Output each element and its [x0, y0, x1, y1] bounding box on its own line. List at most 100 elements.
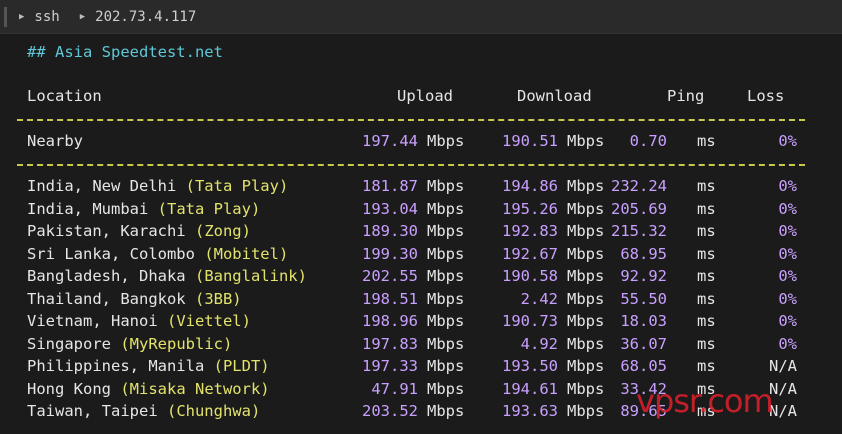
row-place: India, Mumbai [27, 199, 158, 218]
row-place: Vietnam, Hanoi [27, 312, 167, 330]
dashed-separator [17, 164, 805, 166]
header-upload: Upload [397, 87, 453, 105]
table-row: Philippines, Manila (PLDT) 197.33 Mbps 193.… [0, 355, 842, 377]
row-upload: 47.91 [371, 379, 418, 398]
row-location: Taiwan, Taipei (Chunghwa) [27, 400, 260, 422]
row-loss: 0% [778, 267, 797, 285]
row-download: 193.50 [502, 357, 558, 375]
row-location: Hong Kong (Misaka Network) [27, 378, 270, 400]
row-provider: (Banglalink) [194, 267, 307, 285]
header-download: Download [517, 87, 592, 105]
row-upload: 181.87 [362, 177, 418, 195]
ping-unit: ms [697, 132, 716, 150]
row-provider: (MyRepublic) [120, 334, 233, 353]
nearby-upload: 197.44 [362, 132, 418, 150]
speed-unit: Mbps [567, 402, 605, 420]
row-provider: (Mobitel) [204, 244, 289, 263]
speed-unit: Mbps [427, 379, 465, 398]
row-provider: (Tata Play) [157, 199, 261, 218]
row-location: Sri Lanka, Colombo (Mobitel) [27, 243, 288, 265]
row-loss: 0% [778, 177, 797, 195]
row-provider: (PLDT) [213, 357, 270, 375]
ssh-host-label[interactable]: 202.73.4.117 [95, 9, 196, 25]
table-row: India, Mumbai (Tata Play) 193.04 Mbps 195.2… [0, 198, 842, 220]
row-download: 190.58 [502, 267, 558, 285]
row-provider: (Viettel) [166, 312, 251, 330]
row-location: Vietnam, Hanoi (Viettel) [27, 310, 251, 332]
row-place: Bangladesh, Dhaka [27, 267, 195, 285]
row-upload: 189.30 [362, 222, 418, 240]
speed-unit: Mbps [427, 334, 465, 353]
row-place: Hong Kong [27, 379, 121, 398]
row-ping: 232.24 [611, 177, 667, 195]
speed-unit: Mbps [567, 357, 605, 375]
ping-unit: ms [697, 334, 716, 353]
nearby-ping: 0.70 [629, 132, 667, 150]
row-place: Thailand, Bangkok [27, 289, 195, 308]
section-heading: ## Asia Speedtest.net [27, 43, 223, 61]
terminal-tab-bar: ▶ ssh ▶ 202.73.4.117 [0, 0, 842, 34]
row-upload: 199.30 [362, 244, 418, 263]
speed-unit: Mbps [567, 199, 605, 218]
row-place: Taiwan, Taipei [27, 402, 167, 420]
ping-unit: ms [697, 312, 716, 330]
row-ping: 68.05 [620, 357, 667, 375]
speed-unit: Mbps [567, 334, 605, 353]
speed-unit: Mbps [567, 267, 605, 285]
ping-unit: ms [697, 244, 716, 263]
row-location: India, New Delhi (Tata Play) [27, 175, 288, 197]
row-loss: 0% [778, 222, 797, 240]
speed-unit: Mbps [567, 222, 605, 240]
row-upload: 202.55 [362, 267, 418, 285]
table-row: Pakistan, Karachi (Zong) 189.30 Mbps 192.83… [0, 220, 842, 242]
row-upload: 198.51 [362, 289, 418, 308]
row-ping: 68.95 [620, 244, 667, 263]
row-location: Bangladesh, Dhaka (Banglalink) [27, 265, 307, 287]
row-location: Thailand, Bangkok (3BB) [27, 288, 242, 310]
row-loss: 0% [778, 289, 797, 308]
header-location: Location [27, 87, 102, 105]
speed-unit: Mbps [567, 244, 605, 263]
row-ping: 55.50 [620, 289, 667, 308]
row-download: 194.86 [502, 177, 558, 195]
speed-unit: Mbps [567, 177, 605, 195]
ping-unit: ms [697, 177, 716, 195]
row-location: Philippines, Manila (PLDT) [27, 355, 270, 377]
speed-unit: Mbps [427, 267, 465, 285]
ssh-command-label[interactable]: ssh [34, 9, 59, 25]
tab-edge-divider [4, 6, 7, 27]
speed-unit: Mbps [427, 222, 465, 240]
dashed-separator [17, 119, 805, 121]
speed-unit: Mbps [427, 177, 465, 195]
speed-unit: Mbps [427, 312, 465, 330]
watermark-text: vpsr.com [636, 382, 774, 420]
table-row: Sri Lanka, Colombo (Mobitel) 199.30 Mbps 19… [0, 243, 842, 265]
terminal-output[interactable]: ## Asia Speedtest.net Location Upload Do… [0, 33, 842, 434]
nearby-loss: 0% [778, 132, 797, 150]
table-row: India, New Delhi (Tata Play) 181.87 Mbps 19… [0, 175, 842, 197]
speed-unit: Mbps [427, 402, 465, 420]
row-download: 190.73 [502, 312, 558, 330]
row-location: India, Mumbai (Tata Play) [27, 198, 260, 220]
row-download: 195.26 [502, 199, 558, 218]
row-location: Singapore (MyRepublic) [27, 333, 232, 355]
table-row: Singapore (MyRepublic) 197.83 Mbps 4.92 Mbps… [0, 333, 842, 355]
play-icon[interactable]: ▶ [19, 12, 24, 22]
speed-unit: Mbps [567, 312, 605, 330]
table-header-row: Location Upload Download Ping Loss [0, 85, 842, 107]
row-download: 192.67 [502, 244, 558, 263]
nearby-location: Nearby [27, 132, 83, 150]
row-provider: (Tata Play) [185, 177, 289, 195]
speed-unit: Mbps [427, 132, 465, 150]
row-download: 2.42 [520, 289, 558, 308]
row-provider: (Misaka Network) [120, 379, 270, 398]
table-row: Vietnam, Hanoi (Viettel) 198.96 Mbps 190.73… [0, 310, 842, 332]
speed-unit: Mbps [567, 289, 605, 308]
header-loss: Loss [747, 87, 785, 105]
row-ping: 36.07 [620, 334, 667, 353]
row-upload: 197.83 [362, 334, 418, 353]
ping-unit: ms [697, 222, 716, 240]
row-ping: 215.32 [611, 222, 667, 240]
row-place: India, New Delhi [27, 177, 186, 195]
play-icon[interactable]: ▶ [80, 12, 85, 22]
